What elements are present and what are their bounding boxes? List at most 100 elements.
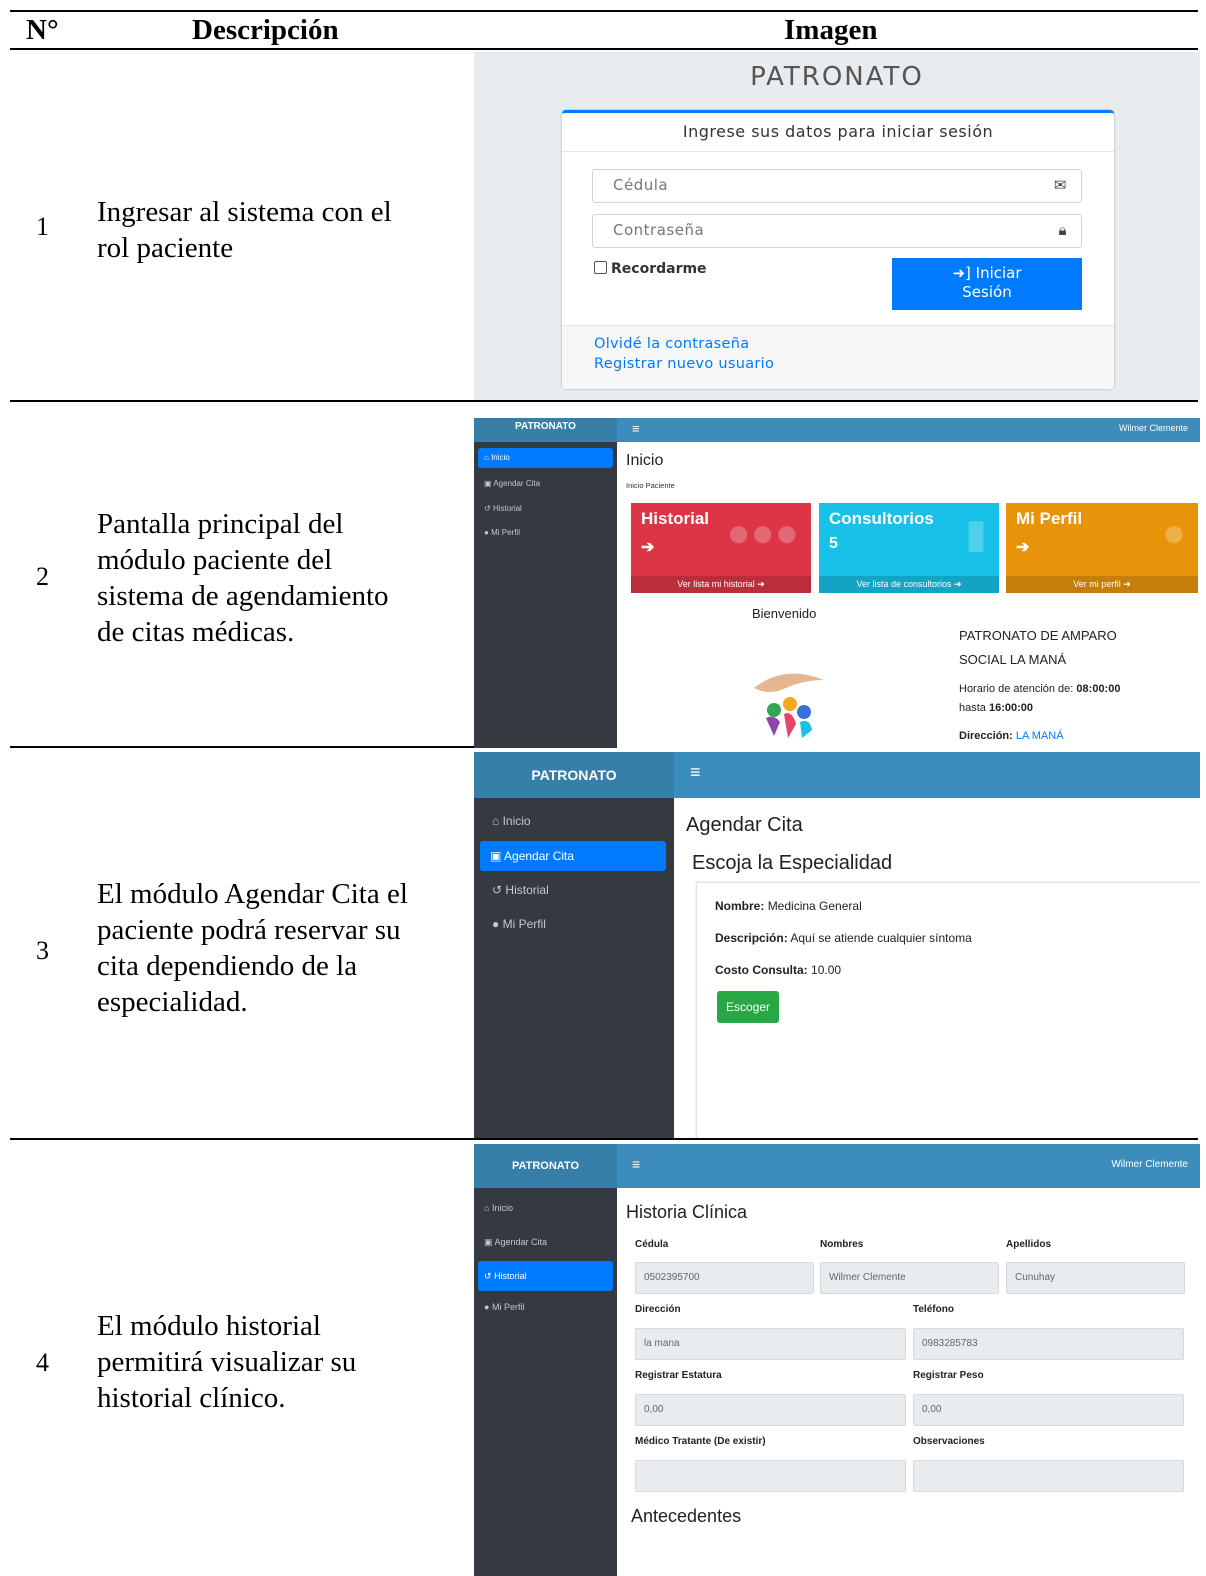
- header-num: N°: [26, 14, 59, 46]
- desc-line: El módulo historial: [97, 1310, 321, 1342]
- user-icon: ●: [1161, 511, 1186, 555]
- user-name[interactable]: Wilmer Clemente: [1119, 423, 1188, 433]
- header-bottom-rule: [10, 48, 1198, 50]
- menu-toggle-icon[interactable]: ≡: [632, 421, 640, 436]
- card-header: Ingrese sus datos para iniciar sesión: [562, 113, 1114, 152]
- historial-screenshot: ≡ Wilmer Clemente PATRONATO ⌂ Inicio ▣ A…: [474, 1144, 1200, 1576]
- direccion-label: Dirección: [635, 1304, 681, 1315]
- brand-logo[interactable]: PATRONATO: [474, 418, 617, 442]
- user-icon: ●: [484, 1302, 490, 1312]
- cedula-placeholder: Cédula: [613, 176, 669, 194]
- cedula-field[interactable]: 0502395700: [635, 1262, 814, 1294]
- arrow-circle-icon[interactable]: ➔: [1016, 537, 1029, 557]
- sidebar-item-historial[interactable]: ↺ Historial: [492, 883, 549, 897]
- sidebar-item-agendar-cita[interactable]: ▣ Agendar Cita: [480, 841, 666, 871]
- sidebar-item-label: Agendar Cita: [493, 479, 541, 488]
- box-footer-link[interactable]: Ver lista mi historial ➔: [631, 576, 811, 593]
- row-description: Ingresar al sistema con el rol paciente: [97, 194, 392, 266]
- brand-logo[interactable]: PATRONATO: [474, 1144, 617, 1188]
- direccion-field[interactable]: la mana: [635, 1328, 906, 1360]
- book-icon: ▮: [964, 512, 987, 556]
- page-title: Historia Clínica: [626, 1202, 748, 1222]
- login-title: PATRONATO: [750, 62, 924, 92]
- patronato-logo: [744, 666, 834, 746]
- observaciones-label: Observaciones: [913, 1436, 985, 1447]
- welcome-text: Bienvenido: [752, 606, 817, 621]
- desc-line: El módulo Agendar Cita el: [97, 878, 408, 910]
- sidebar-item-agendar-cita[interactable]: ▣ Agendar Cita: [484, 1237, 547, 1248]
- lock-icon: 🔒︎: [1058, 221, 1067, 239]
- register-link[interactable]: Registrar nuevo usuario: [594, 356, 774, 372]
- cedula-input[interactable]: Cédula ✉: [592, 169, 1082, 203]
- box-title: Consultorios: [829, 509, 934, 528]
- estatura-field[interactable]: 0,00: [635, 1394, 906, 1426]
- remember-checkbox[interactable]: Recordarme: [594, 261, 707, 277]
- box-footer-link[interactable]: Ver mi perfil ➔: [1006, 576, 1198, 593]
- login-screenshot: PATRONATO Ingrese sus datos para iniciar…: [474, 52, 1200, 400]
- desc-line: módulo paciente del: [97, 544, 333, 576]
- historial-box: Historial ➔ ●●● Ver lista mi historial ➔: [631, 503, 811, 593]
- sidebar-item-label: Historial: [492, 504, 522, 513]
- hours-to-label: hasta: [959, 702, 986, 714]
- sidebar-item-inicio[interactable]: ⌂ Inicio: [478, 448, 613, 468]
- nombres-label: Nombres: [820, 1239, 864, 1250]
- sidebar-item-historial[interactable]: ↺ Historial: [484, 504, 522, 513]
- specialty-card: Nombre: Medicina General Descripción: Aq…: [696, 882, 1200, 1138]
- history-icon: ↺: [492, 883, 503, 897]
- login-button[interactable]: ➜] Iniciar Sesión: [892, 258, 1082, 310]
- row-description: El módulo Agendar Cita el paciente podrá…: [97, 876, 408, 1020]
- home-icon: ⌂: [492, 814, 500, 828]
- cedula-label: Cédula: [635, 1239, 669, 1250]
- observaciones-field[interactable]: [913, 1460, 1184, 1492]
- sidebar-item-agendar-cita[interactable]: ▣ Agendar Cita: [484, 479, 540, 488]
- calendar-plus-icon: ▣: [484, 479, 492, 488]
- arrow-circle-icon[interactable]: ➔: [641, 537, 654, 557]
- desc-line: cita dependiendo de la: [97, 950, 358, 982]
- nombres-field[interactable]: Wilmer Clemente: [820, 1262, 999, 1294]
- desc-line: historial clínico.: [97, 1382, 286, 1414]
- sidebar-item-mi-perfil[interactable]: ● Mi Perfil: [492, 917, 546, 931]
- address-info: Dirección: LA MANÁ: [959, 730, 1064, 742]
- medico-label: Médico Tratante (De existir): [635, 1436, 766, 1447]
- specialty-description: Descripción: Aquí se atiende cualquier s…: [715, 931, 972, 945]
- row-number: 1: [36, 212, 49, 241]
- sidebar-item-mi-perfil[interactable]: ● Mi Perfil: [484, 1302, 524, 1312]
- choose-button[interactable]: Escoger: [717, 991, 779, 1023]
- user-name[interactable]: Wilmer Clemente: [1111, 1159, 1188, 1170]
- box-footer-link[interactable]: Ver lista de consultorios ➔: [819, 576, 999, 593]
- sidebar-item-mi-perfil[interactable]: ● Mi Perfil: [484, 528, 520, 537]
- home-icon: ⌂: [484, 1203, 490, 1213]
- sidebar-item-inicio[interactable]: ⌂ Inicio: [484, 1203, 513, 1213]
- calendar-plus-icon: ▣: [484, 1237, 493, 1247]
- sidebar-item-label: Historial: [494, 1271, 527, 1281]
- desc-line: sistema de agendamiento: [97, 580, 389, 612]
- hours-from: 08:00:00: [1076, 683, 1121, 695]
- sidebar-item-historial[interactable]: ↺ Historial: [478, 1261, 613, 1291]
- apellidos-label: Apellidos: [1006, 1239, 1052, 1250]
- desc-line: Ingresar al sistema con el: [97, 196, 392, 228]
- hours-to: 16:00:00: [988, 702, 1034, 714]
- menu-toggle-icon[interactable]: ≡: [632, 1156, 640, 1172]
- address-link[interactable]: LA MANÁ: [1016, 730, 1064, 742]
- desc-line: paciente podrá reservar su: [97, 914, 401, 946]
- table-top-rule: [10, 10, 1198, 12]
- card-footer: Olvidé la contraseña Registrar nuevo usu…: [562, 325, 1114, 389]
- peso-field[interactable]: 0,00: [913, 1394, 1184, 1426]
- checkbox-box[interactable]: [594, 261, 607, 274]
- login-card: Ingrese sus datos para iniciar sesión Cé…: [562, 110, 1114, 389]
- sidebar-item-inicio[interactable]: ⌂ Inicio: [492, 814, 531, 828]
- row-description: El módulo historial permitirá visualizar…: [97, 1308, 356, 1416]
- brand-logo[interactable]: PATRONATO: [474, 752, 674, 798]
- row-rule: [10, 1138, 1198, 1140]
- remember-label: Recordarme: [611, 261, 707, 277]
- password-input[interactable]: Contraseña 🔒︎: [592, 214, 1082, 248]
- menu-toggle-icon[interactable]: ≡: [690, 762, 701, 783]
- telefono-field[interactable]: 0983285783: [913, 1328, 1184, 1360]
- forgot-password-link[interactable]: Olvidé la contraseña: [594, 336, 749, 352]
- history-icon: ↺: [484, 1271, 492, 1281]
- row-description: Pantalla principal del módulo paciente d…: [97, 506, 389, 650]
- medico-field[interactable]: [635, 1460, 906, 1492]
- apellidos-field[interactable]: Cunuhay: [1006, 1262, 1185, 1294]
- envelope-icon: ✉: [1053, 176, 1067, 194]
- desc-line: Pantalla principal del: [97, 508, 344, 540]
